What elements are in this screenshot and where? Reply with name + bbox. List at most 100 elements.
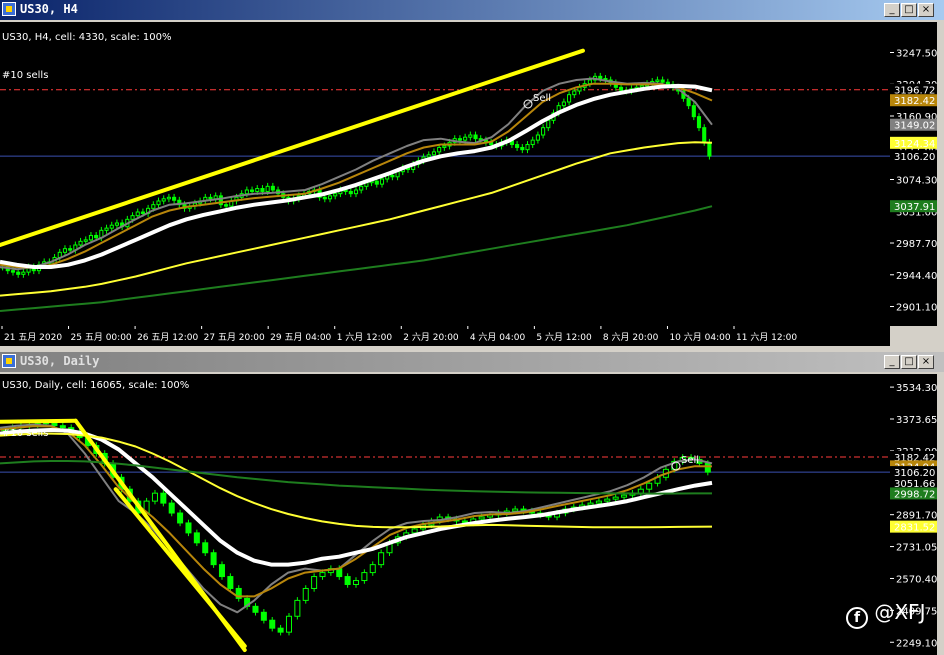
watermark: f @XFJ — [846, 600, 925, 629]
moving-average-line-3 — [0, 432, 713, 529]
window-titlebar-h4[interactable]: US30, H4 _ □ × — [0, 0, 944, 20]
candle-body — [612, 496, 619, 500]
candle-body — [193, 532, 200, 544]
candle-body — [51, 422, 58, 427]
candle-body — [595, 500, 602, 504]
candle-body — [166, 196, 171, 200]
candle-body — [333, 193, 338, 197]
price-scale-svg-h4[interactable]: 3247.503204.303160.903117.603074.303031.… — [890, 22, 937, 326]
maximize-button[interactable]: □ — [901, 355, 917, 369]
candle-body — [390, 174, 395, 178]
candle-body — [665, 81, 670, 85]
candle-body — [702, 127, 707, 143]
candle-body — [109, 224, 114, 229]
candle-body — [265, 185, 270, 192]
candle-body — [520, 146, 525, 151]
price-badge-label: 3149.02 — [894, 121, 935, 132]
candle-body — [255, 188, 260, 192]
moving-average-line-1 — [0, 425, 713, 598]
maximize-button[interactable]: □ — [901, 3, 917, 17]
candle-body — [88, 234, 94, 241]
candle-body — [114, 222, 119, 226]
candle-body — [10, 270, 16, 273]
candle-body — [374, 180, 379, 185]
candle-body — [224, 204, 229, 207]
moving-average-line-3 — [0, 141, 713, 297]
price-tick-label: 3074.30 — [896, 176, 937, 187]
chart-svg-daily[interactable]: Sell US30, Daily, cell: 16065, scale: 100… — [0, 374, 890, 655]
candle-body — [151, 204, 156, 209]
window-titlebar-daily[interactable]: US30, Daily _ □ × — [0, 352, 944, 372]
price-tick-label: 3534.30 — [896, 383, 937, 394]
candle-body — [260, 188, 265, 192]
time-tick-label: 27 五月 20:00 — [204, 332, 265, 343]
candle-body — [437, 146, 442, 153]
candle-body — [378, 552, 385, 566]
candle-body — [379, 178, 385, 185]
candle-body — [352, 580, 360, 586]
close-button[interactable]: × — [918, 3, 934, 17]
candle-body — [535, 134, 540, 141]
candle-body — [168, 502, 175, 514]
chart-canvas-daily[interactable]: Sell US30, Daily, cell: 16065, scale: 100… — [0, 374, 890, 655]
candle-body — [468, 134, 473, 138]
chart-window-icon — [2, 354, 16, 368]
candle-body — [270, 185, 275, 191]
candle-body — [361, 572, 368, 582]
candle-body — [598, 75, 603, 80]
price-tick-label: 2249.10 — [896, 638, 937, 649]
chart-info-line: US30, Daily, cell: 16065, scale: 100% — [2, 380, 189, 391]
candle-body — [512, 508, 519, 512]
candle-body — [83, 239, 88, 242]
price-tick-label: 3247.50 — [896, 49, 937, 60]
candle-body — [691, 105, 696, 118]
overlay-label: #10 sells — [2, 70, 48, 81]
candle-body — [172, 196, 177, 201]
candle-body — [707, 141, 712, 157]
candle-body — [210, 552, 217, 566]
close-button[interactable]: × — [918, 355, 934, 369]
time-axis-h4[interactable]: 21 五月 2020 25 五月 00:00 26 五月 12:00 27 五月 20… — [0, 326, 890, 346]
candle-body — [135, 211, 140, 217]
price-badge-label: 3037.91 — [894, 202, 935, 213]
watermark-logo-icon: f — [846, 607, 868, 629]
candle-body — [561, 101, 566, 107]
candle-body — [16, 271, 21, 275]
chart-canvas-h4[interactable]: Sell US30, H4, cell: 4330, scale: 100% #10… — [0, 22, 890, 326]
candle-body — [185, 522, 192, 534]
moving-average-line-2 — [0, 428, 713, 567]
chart-window-h4[interactable]: US30, H4 _ □ × Sell US30, H4, cell: 4330,… — [0, 0, 944, 350]
candle-body — [62, 248, 68, 253]
candle-body — [269, 619, 276, 629]
candle-body — [515, 144, 520, 148]
minimize-button[interactable]: _ — [884, 3, 900, 17]
sell-signal-label: Sell — [533, 93, 551, 104]
price-badge-label: 3106.20 — [894, 152, 935, 163]
candle-body — [94, 234, 99, 239]
candle-body — [311, 576, 318, 589]
candle-body — [302, 587, 309, 601]
candle-body — [160, 492, 167, 504]
candle-body — [655, 79, 660, 82]
candle-body — [587, 79, 592, 85]
candle-body — [704, 462, 711, 473]
price-tick-label: 3373.65 — [896, 415, 937, 426]
chart-window-daily[interactable]: US30, Daily _ □ × Sell US30, Daily, cell:… — [0, 352, 944, 655]
scrollbar-daily[interactable] — [937, 374, 944, 655]
scrollbar-h4[interactable] — [937, 22, 944, 326]
candle-body — [260, 611, 267, 621]
price-badge-label: 2831.52 — [894, 523, 935, 534]
candle-body — [604, 498, 611, 502]
minimize-button[interactable]: _ — [884, 355, 900, 369]
candle-body — [202, 542, 209, 554]
time-tick-label: 29 五月 04:00 — [270, 332, 331, 343]
overlay-label: #10 sells — [2, 428, 48, 439]
time-tick-label: 25 五月 00:00 — [71, 332, 132, 343]
price-badge-label: 3182.42 — [894, 96, 935, 107]
time-tick-label: 26 五月 12:00 — [137, 332, 198, 343]
price-tick-label: 2570.40 — [896, 574, 937, 585]
price-scale-h4[interactable]: 3247.503204.303160.903117.603074.303031.… — [890, 22, 937, 326]
candle-body — [285, 615, 293, 633]
chart-svg-h4[interactable]: Sell US30, H4, cell: 4330, scale: 100% #10… — [0, 22, 890, 326]
candle-body — [21, 271, 26, 275]
